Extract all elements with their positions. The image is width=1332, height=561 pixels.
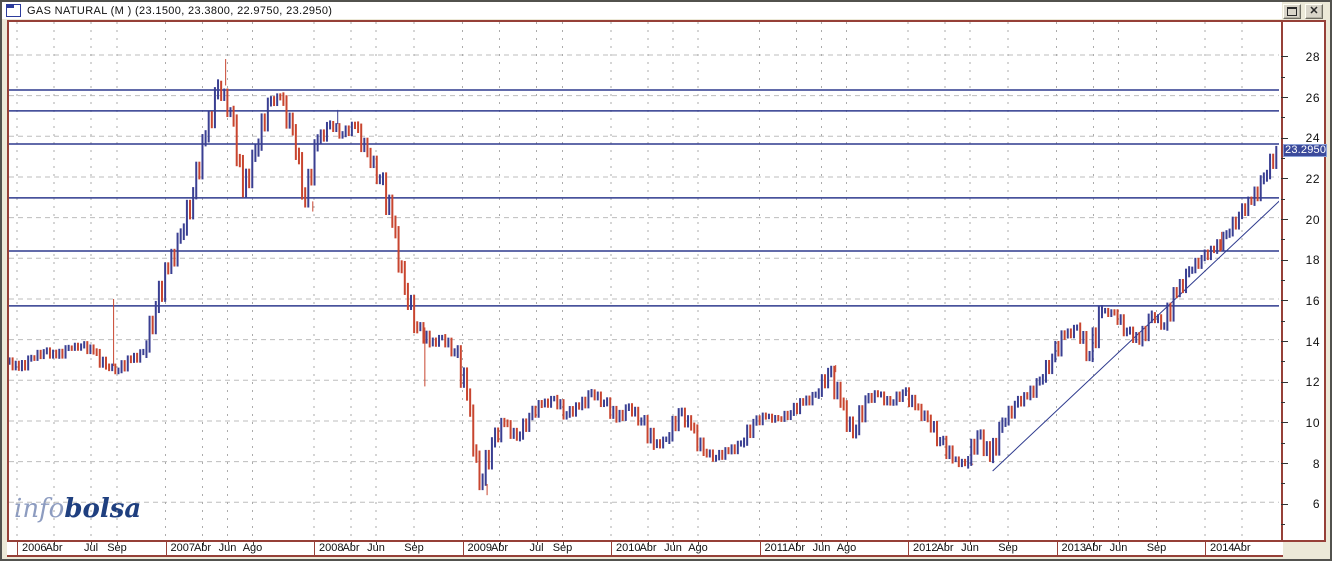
price-tick-label: 16 — [1305, 293, 1320, 308]
month-label: Ago — [688, 542, 708, 554]
price-major-tick — [1281, 137, 1288, 139]
price-minor-tick — [1281, 198, 1285, 200]
month-label: Abr — [787, 542, 806, 554]
month-label: Sep — [1146, 542, 1167, 554]
year-separator — [165, 542, 167, 555]
price-major-tick — [1281, 300, 1288, 302]
year-separator — [1205, 542, 1206, 555]
price-minor-tick — [1281, 402, 1285, 404]
plot-area[interactable] — [7, 20, 1283, 542]
price-major-tick — [1281, 259, 1288, 261]
month-label: Abr — [490, 542, 509, 554]
month-label: Jun — [664, 542, 682, 554]
year-separator — [611, 542, 612, 555]
price-minor-tick — [1281, 76, 1285, 78]
month-label: Jun — [367, 542, 385, 554]
price-tick-label: 12 — [1305, 375, 1320, 390]
logo-text-bolsa: bolsa — [64, 494, 142, 524]
price-major-tick — [1281, 341, 1288, 343]
price-tick-label: 28 — [1305, 49, 1320, 64]
year-separator — [462, 542, 464, 555]
close-button[interactable]: ✕ — [1305, 4, 1323, 19]
month-label: Ago — [242, 542, 263, 554]
price-minor-tick — [1281, 483, 1285, 485]
month-label: Abr — [639, 542, 657, 554]
price-tick-label: 8 — [1312, 456, 1320, 471]
price-minor-tick — [1281, 239, 1285, 241]
time-axis: 2006 Abr Jul Sep 2007 Abr Jun Ago 2008 Abr Jun Sep 2… — [7, 542, 1283, 557]
chart-window-icon — [6, 4, 21, 17]
price-major-tick — [1281, 463, 1288, 465]
year-separator — [1056, 542, 1058, 555]
window-controls: ✕ — [1283, 4, 1323, 19]
year-separator — [908, 542, 909, 555]
month-label: Jun — [961, 542, 979, 554]
month-label: Sep — [404, 542, 424, 554]
price-tick-label: 18 — [1305, 253, 1320, 268]
price-minor-tick — [1281, 320, 1285, 322]
month-label: Jul — [83, 542, 99, 554]
month-label: Jun — [218, 542, 237, 554]
month-label: Sep — [552, 542, 573, 554]
year-separator — [17, 542, 18, 555]
title-bar: GAS NATURAL (M ) (23.1500, 23.3800, 22.9… — [2, 2, 1282, 19]
window-title: GAS NATURAL (M ) (23.1500, 23.3800, 22.9… — [27, 4, 333, 17]
price-minor-tick — [1281, 158, 1285, 160]
price-major-tick — [1281, 381, 1288, 383]
price-major-tick — [1281, 219, 1288, 221]
month-label: Abr — [1233, 542, 1251, 554]
price-minor-tick — [1281, 524, 1285, 526]
year-separator — [314, 542, 315, 555]
month-label: Abr — [342, 542, 360, 554]
restore-button[interactable] — [1283, 4, 1301, 19]
restore-icon — [1287, 7, 1297, 16]
month-label: Abr — [936, 542, 954, 554]
price-major-tick — [1281, 503, 1288, 505]
price-minor-tick — [1281, 442, 1285, 444]
logo-text-info: info — [14, 494, 65, 524]
month-label: Abr — [45, 542, 63, 554]
infobolsa-logo: infobolsa — [14, 494, 141, 524]
price-major-tick — [1281, 422, 1288, 424]
price-minor-tick — [1281, 361, 1285, 363]
chart-window: GAS NATURAL (M ) (23.1500, 23.3800, 22.9… — [0, 0, 1332, 561]
month-label: Sep — [998, 542, 1018, 554]
month-label: Jul — [529, 542, 544, 554]
axis-corner — [1283, 542, 1326, 559]
price-tick-label: 26 — [1305, 90, 1320, 105]
price-tick-label: 22 — [1305, 171, 1320, 186]
price-tick-label: 14 — [1305, 334, 1320, 349]
month-label: Sep — [107, 542, 127, 554]
price-major-tick — [1281, 97, 1288, 99]
close-icon: ✕ — [1309, 5, 1319, 17]
price-tick-label: 10 — [1305, 415, 1320, 430]
month-label: Abr — [193, 542, 212, 554]
year-separator — [759, 542, 761, 555]
price-axis: 28 26 24 22 20 18 16 14 12 10 8 6 — [1281, 20, 1326, 542]
price-tick-label: 20 — [1305, 212, 1320, 227]
price-tick-label: 6 — [1312, 497, 1320, 512]
month-label: Jun — [1109, 542, 1128, 554]
price-minor-tick — [1281, 117, 1285, 119]
last-price-badge: 23.2950 — [1283, 143, 1327, 157]
price-major-tick — [1281, 56, 1288, 58]
month-label: Ago — [836, 542, 857, 554]
price-major-tick — [1281, 178, 1288, 180]
month-label: Jun — [812, 542, 831, 554]
month-label: Abr — [1084, 542, 1103, 554]
price-minor-tick — [1281, 280, 1285, 282]
